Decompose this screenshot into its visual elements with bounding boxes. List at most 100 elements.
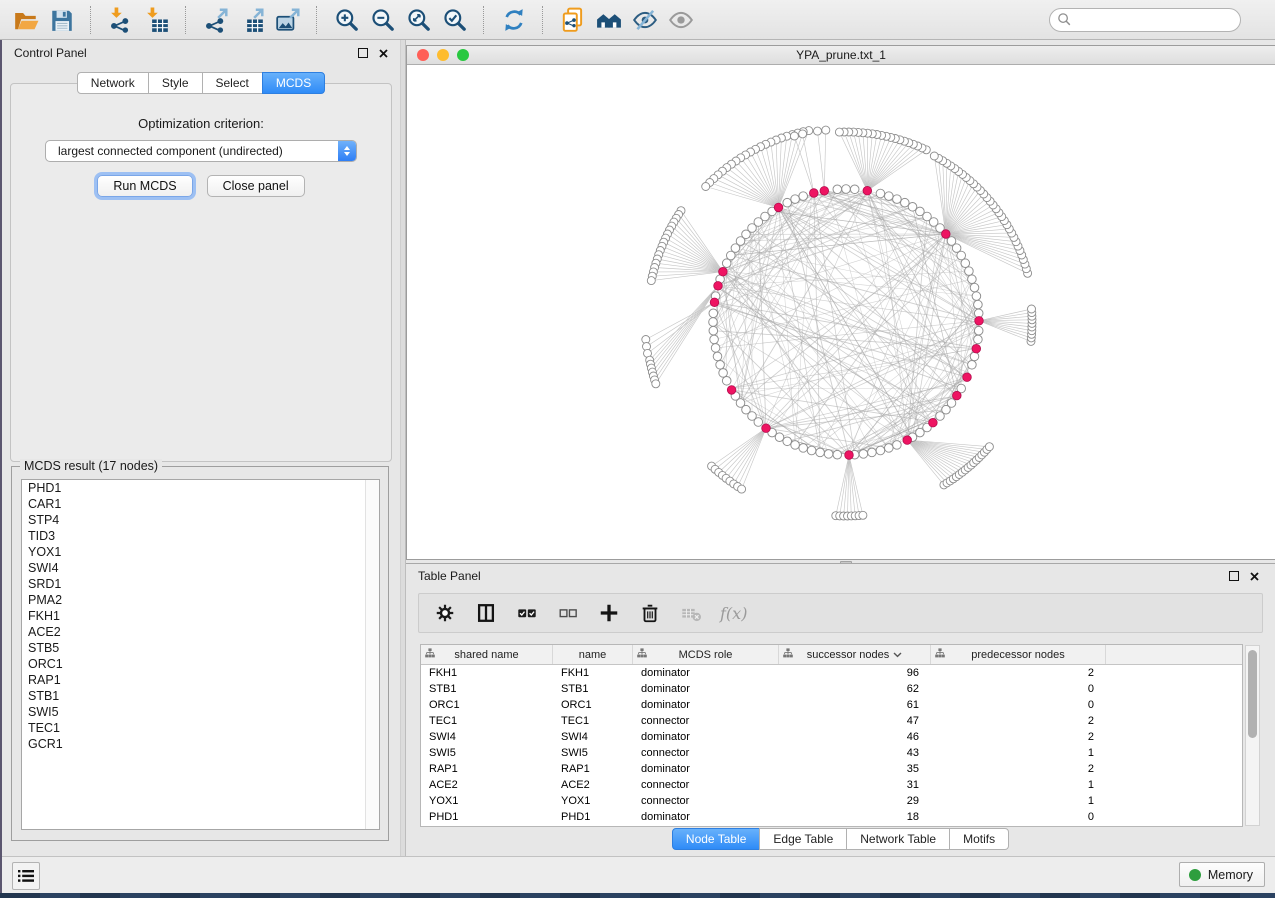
table-row[interactable]: TEC1TEC1connector472 (421, 713, 1242, 729)
memory-button[interactable]: Memory (1179, 862, 1265, 887)
hierarchy-icon (783, 648, 793, 661)
table-cell: RAP1 (553, 763, 633, 775)
column-header[interactable]: MCDS role (633, 645, 779, 664)
mcds-result-item[interactable]: TID3 (22, 528, 379, 544)
tab-mcds[interactable]: MCDS (262, 72, 325, 94)
table-row[interactable]: PHD1PHD1dominator180 (421, 809, 1242, 825)
close-panel-icon[interactable] (379, 49, 388, 58)
show-columns-icon[interactable] (474, 601, 498, 625)
add-column-icon[interactable] (597, 601, 621, 625)
mcds-result-item[interactable]: FKH1 (22, 608, 379, 624)
table-cell: connector (633, 747, 779, 759)
table-mode-icon[interactable] (433, 601, 457, 625)
mcds-result-item[interactable]: SWI4 (22, 560, 379, 576)
toolbar-icon-group (10, 4, 696, 35)
table-cell: 46 (779, 731, 931, 743)
hide-selected-icon[interactable] (629, 4, 660, 35)
column-header[interactable]: name (553, 645, 633, 664)
table-row[interactable]: STB1STB1dominator620 (421, 681, 1242, 697)
export-image-icon[interactable] (272, 4, 303, 35)
mcds-result-item[interactable]: STB1 (22, 688, 379, 704)
desktop-wallpaper-strip (0, 893, 1275, 898)
open-icon[interactable] (10, 4, 41, 35)
save-icon[interactable] (46, 4, 77, 35)
table-row[interactable]: ORC1ORC1dominator610 (421, 697, 1242, 713)
zoom-in-icon[interactable] (331, 4, 362, 35)
table-tab-edge-table[interactable]: Edge Table (759, 828, 847, 850)
mcds-list-scrollbar[interactable] (365, 480, 379, 829)
desktop-edge (0, 40, 2, 893)
export-network-icon[interactable] (200, 4, 231, 35)
table-row[interactable]: ACE2ACE2connector311 (421, 777, 1242, 793)
zoom-selected-icon[interactable] (439, 4, 470, 35)
mcds-result-item[interactable]: STP4 (22, 512, 379, 528)
import-network-icon[interactable] (105, 4, 136, 35)
node-table: shared namenameMCDS rolesuccessor nodesp… (420, 644, 1243, 827)
float-table-panel-icon[interactable] (1229, 571, 1239, 581)
network-snapshot-icon[interactable] (557, 4, 588, 35)
tab-select[interactable]: Select (202, 72, 263, 94)
function-builder-icon[interactable]: f(x) (720, 604, 747, 623)
table-cell: PHD1 (421, 811, 553, 823)
search-box[interactable] (1049, 8, 1241, 32)
optimization-criterion-select[interactable]: largest connected component (undirected) (45, 140, 357, 162)
mac-close-button[interactable] (417, 49, 429, 61)
import-table-icon[interactable] (141, 4, 172, 35)
table-tab-motifs[interactable]: Motifs (949, 828, 1009, 850)
mcds-result-item[interactable]: STB5 (22, 640, 379, 656)
mcds-result-list[interactable]: PHD1CAR1STP4TID3YOX1SWI4SRD1PMA2FKH1ACE2… (21, 479, 380, 830)
application-window: Control Panel NetworkStyleSelectMCDS Opt… (0, 0, 1275, 898)
mcds-result-item[interactable]: YOX1 (22, 544, 379, 560)
list-icon (18, 869, 34, 883)
mcds-result-item[interactable]: ORC1 (22, 656, 379, 672)
search-input[interactable] (1073, 12, 1234, 28)
table-row[interactable]: SWI4SWI4dominator462 (421, 729, 1242, 745)
table-cell: ORC1 (421, 699, 553, 711)
sort-chevron-icon[interactable] (893, 649, 902, 661)
column-header[interactable]: shared name (421, 645, 553, 664)
table-tab-node-table[interactable]: Node Table (672, 828, 761, 850)
tab-network[interactable]: Network (77, 72, 149, 94)
close-panel-button[interactable]: Close panel (207, 175, 305, 197)
float-panel-icon[interactable] (358, 48, 368, 58)
table-row[interactable]: SWI5SWI5connector431 (421, 745, 1242, 761)
mac-zoom-button[interactable] (457, 49, 469, 61)
zoom-out-icon[interactable] (367, 4, 398, 35)
mcds-result-item[interactable]: GCR1 (22, 736, 379, 752)
mcds-result-item[interactable]: SWI5 (22, 704, 379, 720)
table-scrollbar[interactable] (1245, 645, 1260, 826)
mcds-result-item[interactable]: PMA2 (22, 592, 379, 608)
deselect-all-icon[interactable] (556, 601, 580, 625)
mcds-result-item[interactable]: SRD1 (22, 576, 379, 592)
column-header[interactable]: predecessor nodes (931, 645, 1106, 664)
export-table-icon[interactable] (236, 4, 267, 35)
control-panel-tabs: NetworkStyleSelectMCDS (2, 72, 400, 94)
delete-columns-icon[interactable] (638, 601, 662, 625)
mcds-result-item[interactable]: CAR1 (22, 496, 379, 512)
first-neighbors-icon[interactable] (593, 4, 624, 35)
table-row[interactable]: YOX1YOX1connector291 (421, 793, 1242, 809)
delete-table-icon[interactable] (679, 601, 703, 625)
refresh-icon[interactable] (498, 4, 529, 35)
table-tab-network-table[interactable]: Network Table (846, 828, 950, 850)
mcds-result-item[interactable]: RAP1 (22, 672, 379, 688)
mcds-result-item[interactable]: ACE2 (22, 624, 379, 640)
column-header[interactable]: successor nodes (779, 645, 931, 664)
zoom-fit-icon[interactable] (403, 4, 434, 35)
mcds-result-item[interactable]: TEC1 (22, 720, 379, 736)
tab-style[interactable]: Style (148, 72, 203, 94)
table-cell: 0 (931, 699, 1106, 711)
mac-minimize-button[interactable] (437, 49, 449, 61)
table-row[interactable]: RAP1RAP1dominator352 (421, 761, 1242, 777)
select-all-icon[interactable] (515, 601, 539, 625)
table-row[interactable]: FKH1FKH1dominator962 (421, 665, 1242, 681)
table-scrollbar-thumb[interactable] (1248, 650, 1257, 738)
mcds-result-item[interactable]: PHD1 (22, 480, 379, 496)
network-canvas[interactable] (407, 65, 1275, 559)
network-window-titlebar[interactable]: YPA_prune.txt_1 (407, 46, 1275, 65)
close-table-panel-icon[interactable] (1250, 572, 1259, 581)
run-mcds-button[interactable]: Run MCDS (97, 175, 192, 197)
show-all-icon[interactable] (665, 4, 696, 35)
table-body: FKH1FKH1dominator962STB1STB1dominator620… (421, 665, 1242, 825)
task-history-button[interactable] (12, 862, 40, 890)
